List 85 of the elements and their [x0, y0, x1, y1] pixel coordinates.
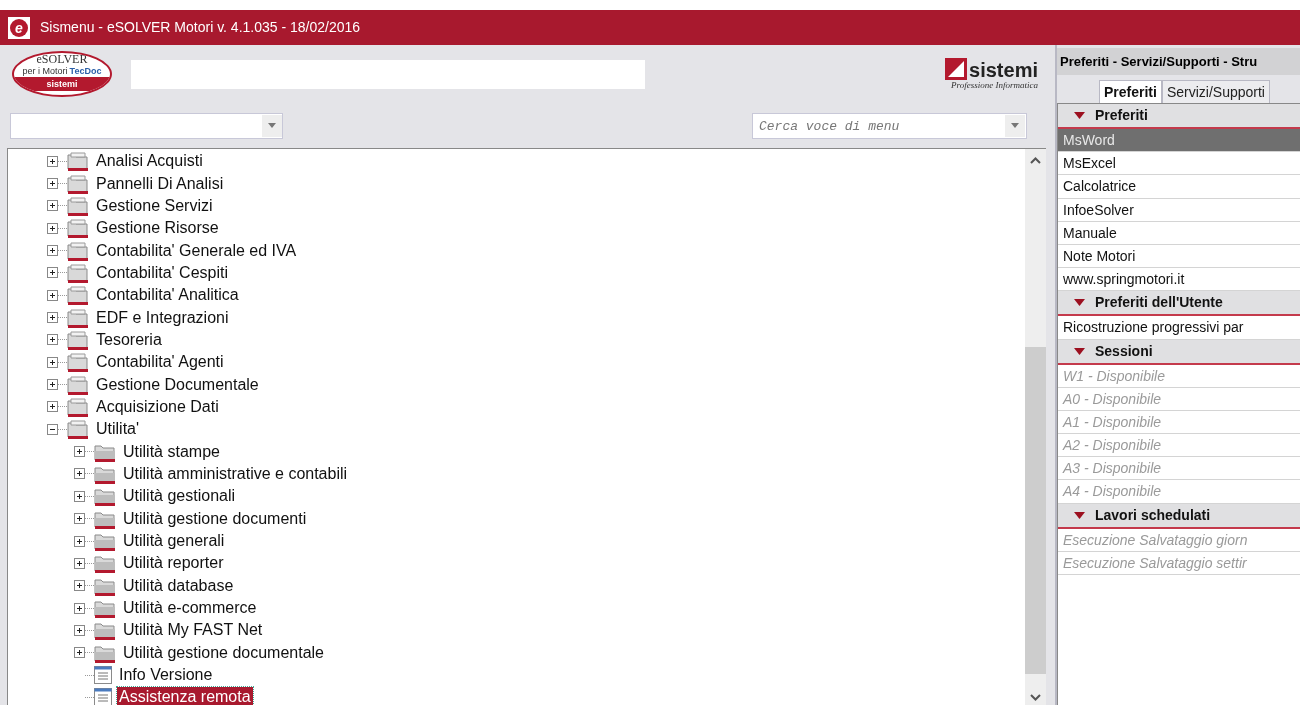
- scrollbar[interactable]: [1025, 149, 1046, 705]
- tree-item[interactable]: Gestione Documentale: [94, 374, 261, 395]
- document-icon: [94, 666, 112, 685]
- folder-icon: [94, 553, 116, 574]
- section-header[interactable]: Sessioni: [1058, 339, 1300, 365]
- expand-icon[interactable]: [47, 222, 58, 234]
- collapse-arrow-icon: [1074, 299, 1085, 307]
- section-header[interactable]: Lavori schedulati: [1058, 503, 1300, 529]
- scroll-down-icon[interactable]: [1030, 694, 1041, 701]
- dropdown-arrow-icon[interactable]: [268, 123, 276, 128]
- tree-item[interactable]: Utilità gestionali: [121, 486, 238, 507]
- expand-icon[interactable]: [47, 289, 58, 301]
- collapse-arrow-icon: [1074, 511, 1085, 519]
- panel-list-item[interactable]: MsWord: [1058, 129, 1300, 153]
- panel-list-item[interactable]: InfoeSolver: [1058, 198, 1300, 222]
- tree-item[interactable]: Utilità My FAST Net: [121, 620, 265, 641]
- tree-item[interactable]: Assistenza remota: [117, 687, 253, 705]
- expand-icon[interactable]: [74, 446, 85, 458]
- folder-icon: [94, 464, 116, 484]
- window-title: Sismenu - eSOLVER Motori v. 4.1.035 - 18/02/2016: [40, 18, 361, 37]
- panel-list-item[interactable]: MsExcel: [1058, 152, 1300, 176]
- collapse-icon[interactable]: [47, 423, 58, 435]
- section-header[interactable]: Preferiti dell'Utente: [1058, 291, 1300, 317]
- app-icon: e: [8, 16, 30, 39]
- tree-item[interactable]: Utilità amministrative e contabili: [121, 464, 350, 484]
- panel-list-item[interactable]: Calcolatrice: [1058, 175, 1300, 199]
- tree-item[interactable]: Contabilita' Analitica: [94, 285, 241, 306]
- expand-icon[interactable]: [74, 468, 85, 480]
- tree-item[interactable]: Contabilita' Cespiti: [94, 262, 230, 283]
- company-logo: sistemi Professione Informatica: [945, 58, 1038, 90]
- panel-title: Preferiti - Servizi/Supporti - Stru: [1057, 48, 1300, 75]
- panel-list-item[interactable]: Manuale: [1058, 221, 1300, 245]
- expand-icon[interactable]: [74, 490, 85, 502]
- expand-icon[interactable]: [74, 557, 85, 569]
- panel-tab[interactable]: Preferiti: [1099, 80, 1162, 103]
- expand-icon[interactable]: [47, 267, 58, 279]
- expand-icon[interactable]: [47, 155, 58, 167]
- scroll-thumb[interactable]: [1025, 347, 1046, 674]
- menu-search-field[interactable]: Cerca voce di menu: [752, 113, 1027, 139]
- tree-item[interactable]: Tesoreria: [94, 329, 164, 350]
- tree-item[interactable]: Utilità reporter: [121, 553, 226, 574]
- expand-icon[interactable]: [47, 178, 58, 189]
- tree-item[interactable]: Utilita': [94, 419, 142, 440]
- tree-item[interactable]: Gestione Risorse: [94, 218, 221, 239]
- tree-item[interactable]: Utilità gestione documentale: [121, 642, 326, 663]
- panel-list-item[interactable]: Note Motori: [1058, 244, 1300, 269]
- expand-icon[interactable]: [74, 624, 85, 636]
- tree-item[interactable]: Contabilita' Agenti: [94, 352, 226, 373]
- tree-item[interactable]: Gestione Servizi: [94, 195, 215, 216]
- folder-icon: [94, 486, 116, 507]
- folder-icon: [94, 620, 116, 641]
- expand-icon[interactable]: [47, 334, 58, 346]
- panel-tab[interactable]: Servizi/Supporti: [1161, 80, 1270, 103]
- expand-icon[interactable]: [74, 580, 85, 592]
- tree-item[interactable]: Info Versione: [117, 665, 215, 686]
- panel-list-item[interactable]: Ricostruzione progressivi par: [1058, 316, 1300, 340]
- product-logo: eSOLVER per i Motori TecDoc sistemi: [12, 51, 112, 97]
- tree-item[interactable]: Pannelli Di Analisi: [94, 173, 226, 194]
- expand-icon[interactable]: [47, 401, 58, 413]
- expand-icon[interactable]: [47, 245, 58, 257]
- expand-icon[interactable]: [47, 379, 58, 391]
- tree-item[interactable]: Utilità stampe: [121, 441, 222, 462]
- tree-item[interactable]: Contabilita' Generale ed IVA: [94, 240, 299, 261]
- tree-item[interactable]: Utilità gestione documenti: [121, 508, 309, 529]
- tree-item[interactable]: Utilità database: [121, 575, 236, 596]
- section-header[interactable]: Preferiti: [1058, 104, 1300, 129]
- tree-item[interactable]: Utilità generali: [121, 531, 227, 551]
- dropdown-arrow-icon[interactable]: [1011, 123, 1019, 128]
- tree-item[interactable]: Acquisizione Dati: [94, 396, 221, 417]
- expand-icon[interactable]: [74, 602, 85, 614]
- expand-icon[interactable]: [74, 513, 85, 525]
- collapse-arrow-icon: [1074, 347, 1085, 355]
- expand-icon[interactable]: [47, 312, 58, 324]
- expand-icon[interactable]: [74, 647, 85, 659]
- expand-icon[interactable]: [47, 356, 58, 368]
- tree-item[interactable]: Analisi Acquisti: [94, 151, 205, 172]
- expand-icon[interactable]: [47, 200, 58, 212]
- tree-item[interactable]: EDF e Integrazioni: [94, 307, 231, 328]
- tree-item[interactable]: Utilità e-commerce: [121, 598, 259, 619]
- expand-icon[interactable]: [74, 535, 85, 547]
- text-field[interactable]: [131, 59, 645, 89]
- collapse-arrow-icon: [1074, 112, 1085, 119]
- folder-icon: [94, 531, 116, 551]
- folder-icon: [94, 598, 116, 619]
- scroll-up-icon[interactable]: [1030, 157, 1041, 164]
